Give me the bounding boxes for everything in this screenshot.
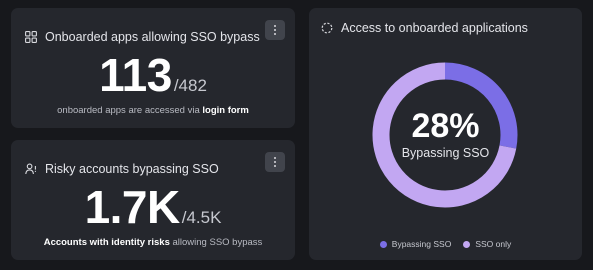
donut-center-value: 28% <box>411 107 480 145</box>
metric-caption: Accounts with identity risks allowing SS… <box>11 237 295 248</box>
card-header: Onboarded apps allowing SSO bypass <box>25 30 260 44</box>
user-risk-icon <box>25 163 36 175</box>
metric-total: /482 <box>173 76 207 95</box>
caption-text: onboarded apps are accessed via <box>57 105 203 116</box>
caption-emphasis: login form <box>202 105 249 116</box>
card-header: Risky accounts bypassing SSO <box>25 162 219 176</box>
card-access-onboarded: Access to onboarded applications 28% Byp… <box>309 8 582 260</box>
legend-label: SSO only <box>475 239 512 249</box>
card-risky-accounts: Risky accounts bypassing SSO 1.7K/4.5K A… <box>11 140 295 260</box>
metric-caption: onboarded apps are accessed via login fo… <box>11 105 295 116</box>
card-title: Risky accounts bypassing SSO <box>45 162 219 176</box>
card-apps-sso-bypass: Onboarded apps allowing SSO bypass 113/4… <box>11 8 295 128</box>
legend-label: Bypassing SSO <box>391 239 452 249</box>
more-options-button[interactable] <box>265 20 285 40</box>
donut-center-label: Bypassing SSO <box>401 146 490 160</box>
kebab-menu-icon <box>274 156 276 168</box>
card-title: Onboarded apps allowing SSO bypass <box>45 30 260 44</box>
metric-value: 113 <box>99 49 172 101</box>
metric: 113/482 <box>11 48 295 102</box>
metric-value: 1.7K <box>84 181 181 233</box>
legend-item-sso-only[interactable]: SSO only <box>463 239 511 249</box>
legend-item-bypassing[interactable]: Bypassing SSO <box>379 239 452 249</box>
legend-swatch <box>463 240 471 248</box>
more-options-button[interactable] <box>265 152 285 172</box>
caption-text: allowing SSO bypass <box>169 237 263 248</box>
caption-emphasis: Accounts with identity risks <box>43 237 170 248</box>
apps-grid-icon <box>25 31 37 43</box>
chart-legend: Bypassing SSO SSO only <box>309 239 582 249</box>
legend-swatch <box>379 240 387 248</box>
kebab-menu-icon <box>274 24 276 36</box>
metric: 1.7K/4.5K <box>11 180 295 234</box>
donut-center: 28% Bypassing SSO <box>309 108 582 160</box>
metric-total: /4.5K <box>181 208 222 227</box>
